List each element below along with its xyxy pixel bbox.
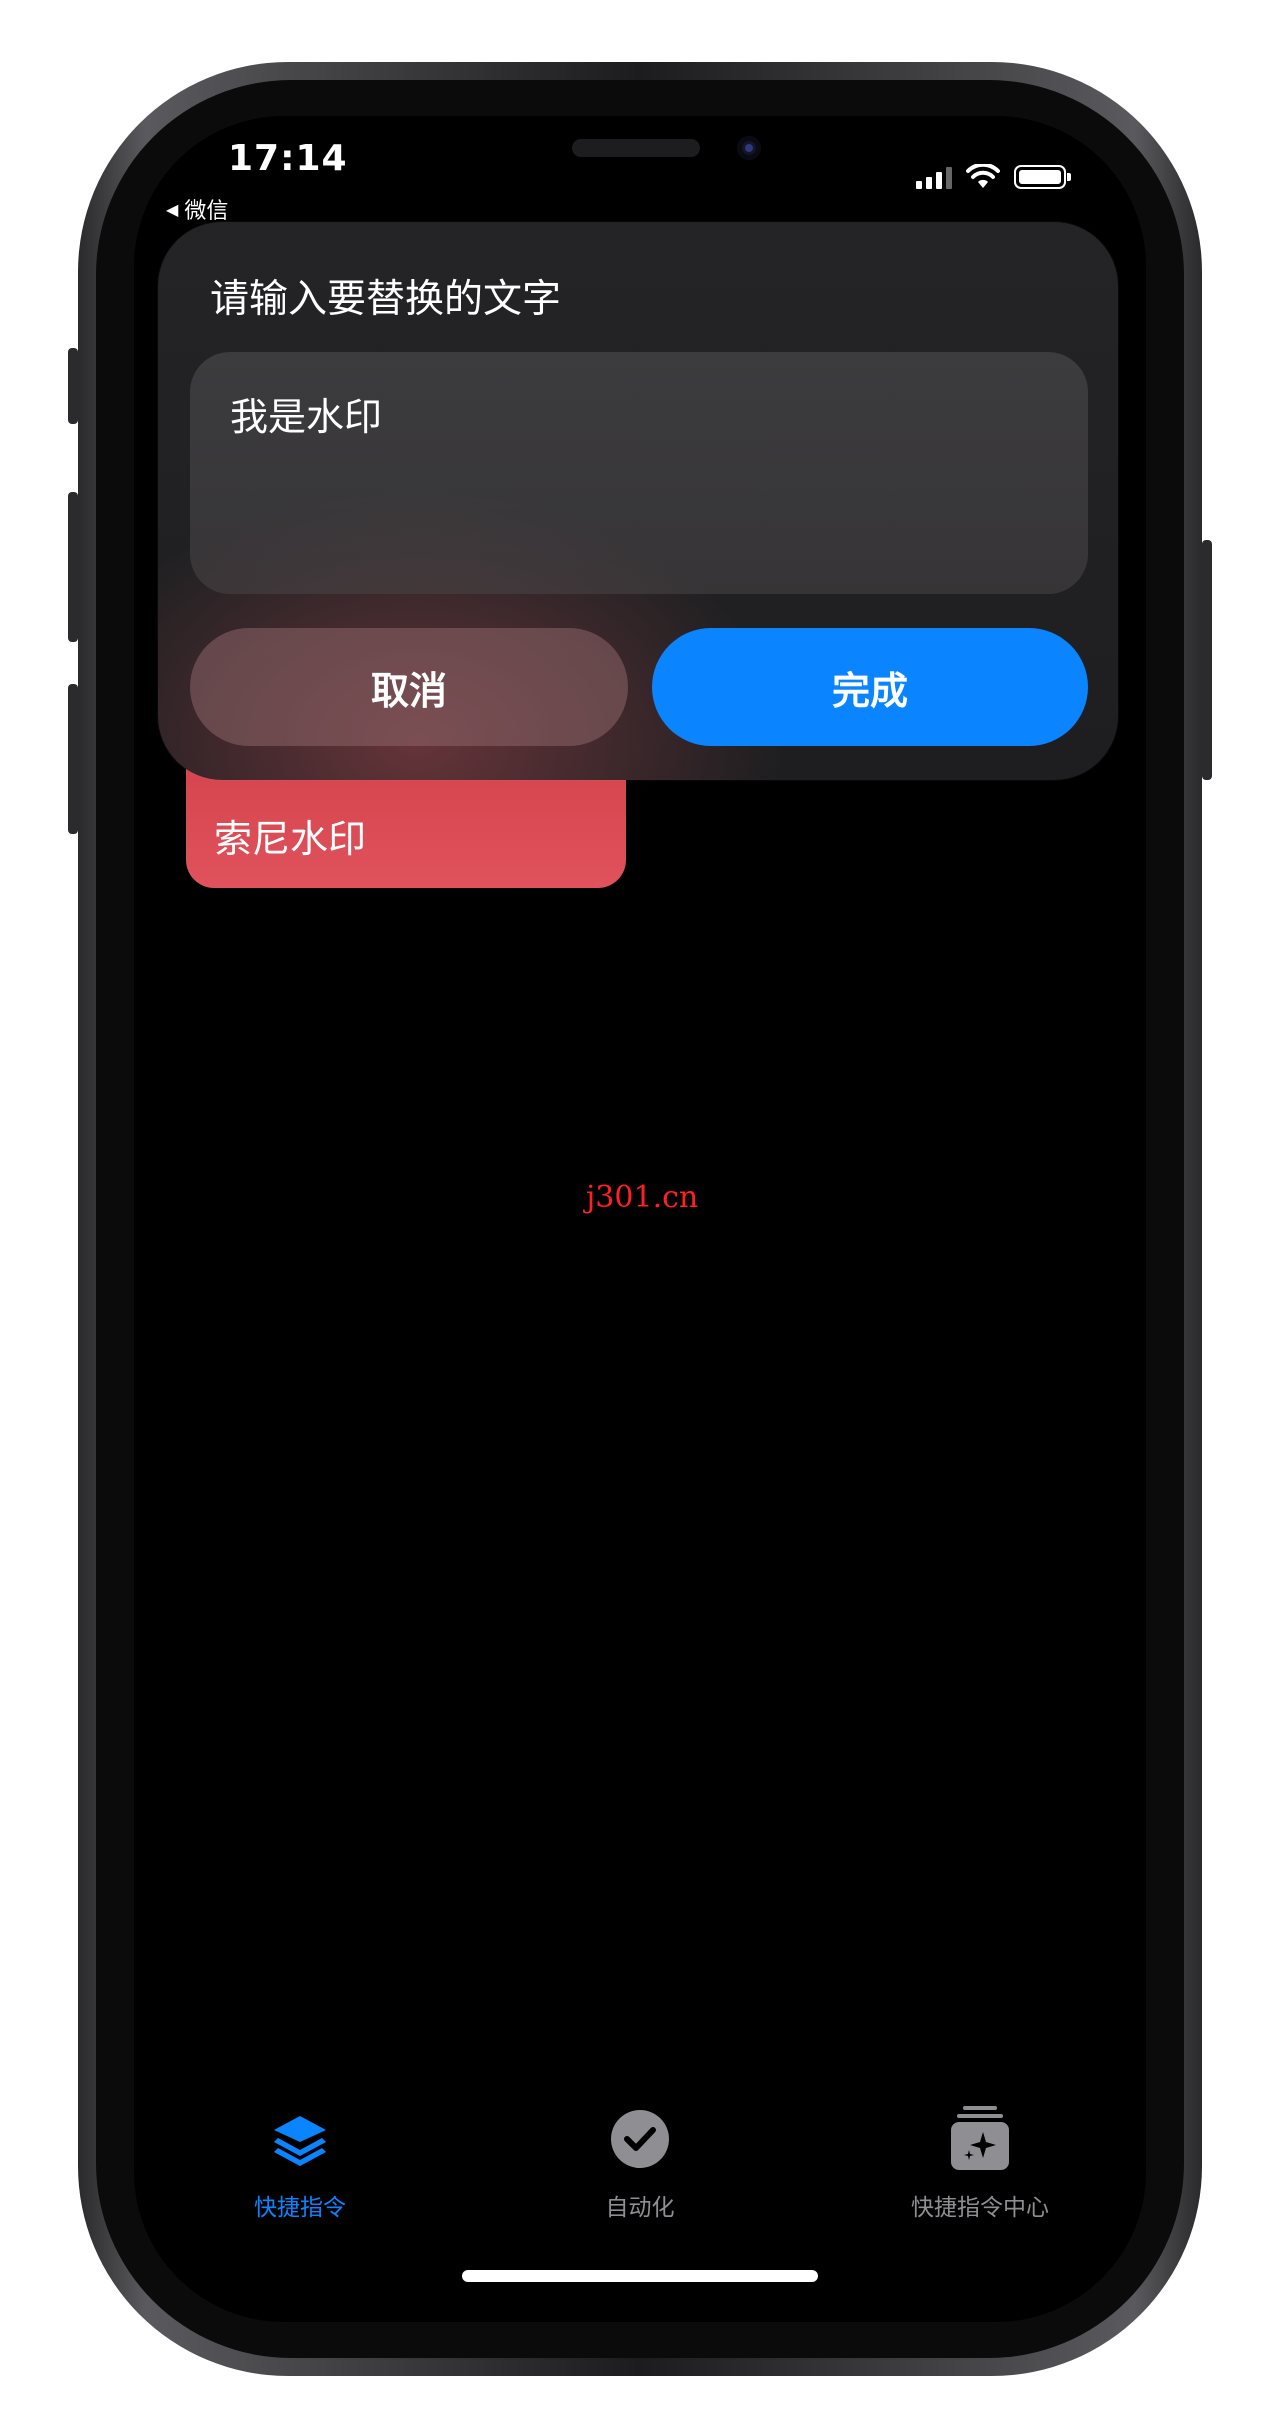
wifi-icon	[966, 164, 1000, 188]
volume-down-button	[68, 684, 78, 834]
tab-shortcuts-label: 快捷指令	[254, 2195, 346, 2221]
cellular-signal-icon	[916, 165, 952, 189]
back-arrow-icon: ◀	[166, 199, 179, 219]
front-camera	[737, 136, 761, 160]
tab-automation-label: 自动化	[605, 2195, 675, 2221]
back-to-app-link[interactable]: ◀ 微信	[166, 193, 228, 225]
dialog-title: 请输入要替换的文字	[210, 277, 562, 322]
watermark-text: j301.cn	[586, 1180, 699, 1215]
back-app-label: 微信	[184, 199, 229, 224]
battery-icon	[1014, 165, 1071, 189]
shortcut-card-label: 索尼水印	[214, 817, 367, 861]
replace-text-value[interactable]: 我是水印	[230, 386, 382, 441]
cancel-button[interactable]: 取消	[190, 628, 628, 746]
volume-up-button	[68, 492, 78, 642]
status-time: 17:14	[228, 138, 348, 179]
gallery-sparkle-icon	[951, 2106, 1009, 2170]
home-indicator[interactable]	[462, 2270, 818, 2282]
clock-check-icon	[611, 2110, 669, 2168]
status-icons	[916, 164, 1071, 190]
layers-icon	[274, 2116, 326, 2166]
earpiece-speaker	[572, 139, 700, 157]
done-button[interactable]: 完成	[652, 628, 1088, 746]
power-button	[1202, 540, 1212, 780]
tab-gallery-label: 快捷指令中心	[911, 2195, 1049, 2221]
mute-switch	[68, 348, 78, 424]
